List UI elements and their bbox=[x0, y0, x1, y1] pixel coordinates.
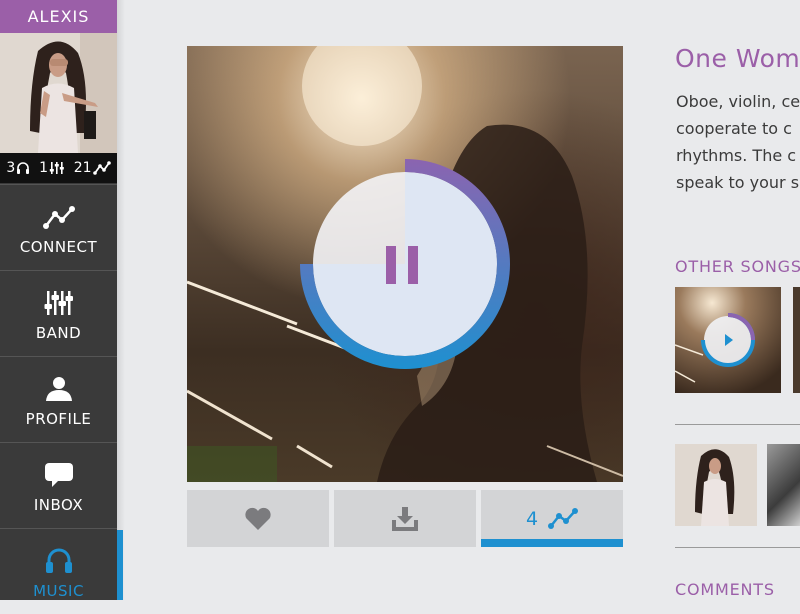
connect-icon bbox=[548, 507, 579, 529]
avatar[interactable] bbox=[0, 33, 117, 153]
player-control[interactable] bbox=[296, 155, 516, 375]
divider bbox=[675, 547, 800, 548]
heart-icon bbox=[245, 507, 271, 530]
download-button[interactable] bbox=[334, 490, 476, 547]
nav-label: CONNECT bbox=[19, 237, 98, 256]
nav-item-connect[interactable]: CONNECT bbox=[0, 184, 117, 270]
headphones-icon bbox=[17, 162, 30, 174]
stat-listens: 3 bbox=[6, 160, 30, 176]
stat-value: 1 bbox=[39, 160, 48, 176]
other-songs-title: OTHER SONGS bbox=[675, 257, 800, 276]
user-stats: 3 1 21 bbox=[0, 153, 117, 183]
nav-item-band[interactable]: BAND bbox=[0, 270, 117, 356]
like-button[interactable] bbox=[187, 490, 329, 547]
description-line: speak to your s bbox=[676, 173, 800, 192]
connect-icon bbox=[42, 205, 75, 229]
avatar-image bbox=[0, 33, 117, 153]
description-line: Oboe, violin, ce bbox=[676, 92, 800, 111]
equalizer-icon bbox=[49, 162, 64, 174]
other-song-thumb[interactable] bbox=[793, 287, 800, 393]
sidebar-edge bbox=[117, 0, 125, 600]
nav-item-music[interactable]: MUSIC bbox=[0, 528, 117, 614]
divider bbox=[675, 424, 800, 425]
stat-connections: 21 bbox=[74, 160, 111, 176]
nav-item-inbox[interactable]: INBOX bbox=[0, 442, 117, 528]
description-line: cooperate to c bbox=[676, 119, 792, 138]
stat-bands: 1 bbox=[39, 160, 65, 176]
nav-label: MUSIC bbox=[33, 581, 84, 600]
sidebar: ALEXIS 3 1 21 CONNECT BAND PROFILE INBOX… bbox=[0, 0, 117, 600]
download-icon bbox=[392, 506, 418, 531]
stat-value: 21 bbox=[73, 160, 92, 176]
description-line: rhythms. The c bbox=[676, 146, 797, 165]
headphones-icon bbox=[45, 548, 72, 573]
other-song-art bbox=[675, 287, 781, 393]
listener-thumb[interactable] bbox=[675, 444, 757, 526]
stat-value: 3 bbox=[6, 160, 16, 176]
active-indicator bbox=[117, 530, 123, 600]
other-song-thumb[interactable] bbox=[675, 287, 781, 393]
connect-count: 4 bbox=[525, 507, 539, 530]
song-description: Oboe, violin, ce cooperate to c rhythms.… bbox=[676, 88, 800, 196]
active-action-indicator bbox=[481, 539, 623, 547]
user-name[interactable]: ALEXIS bbox=[0, 0, 117, 33]
song-title: One Woma bbox=[675, 44, 800, 73]
nav-label: BAND bbox=[35, 323, 82, 342]
nav-item-profile[interactable]: PROFILE bbox=[0, 356, 117, 442]
connect-icon bbox=[92, 161, 111, 175]
chat-bubble-icon bbox=[44, 462, 73, 487]
equalizer-icon bbox=[44, 290, 73, 315]
nav-label: PROFILE bbox=[25, 409, 92, 428]
album-art bbox=[187, 46, 623, 482]
listener-photo bbox=[675, 444, 757, 526]
profile-icon bbox=[45, 376, 72, 401]
comments-title: COMMENTS bbox=[675, 580, 775, 599]
nav-label: INBOX bbox=[33, 495, 84, 514]
listener-thumb[interactable] bbox=[767, 444, 800, 526]
